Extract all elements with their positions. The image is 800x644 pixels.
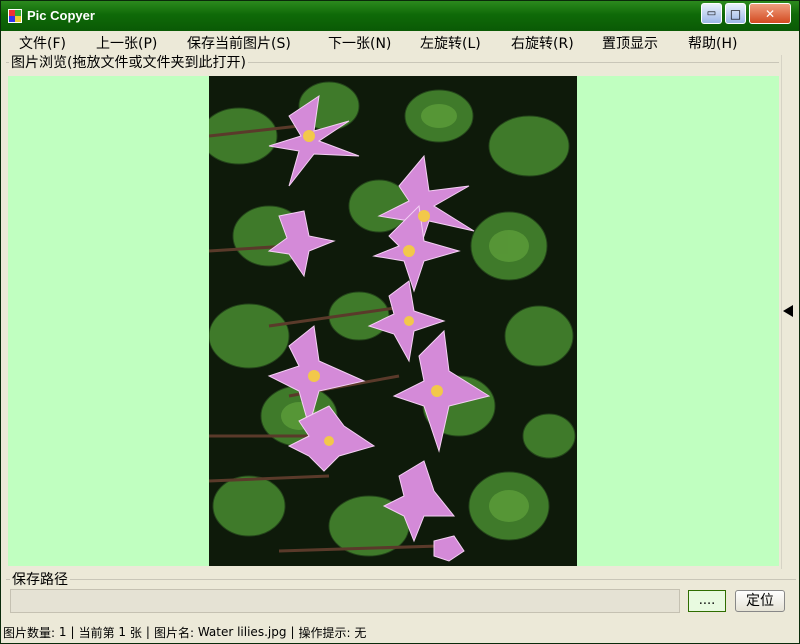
save-path-input[interactable] — [10, 589, 680, 613]
status-name-value: Water lilies.jpg — [197, 625, 287, 639]
menu-file[interactable]: 文件(F) — [19, 33, 66, 53]
status-hint-label: 操作提示: — [298, 625, 351, 640]
status-count-value: 1 — [58, 625, 67, 639]
minimize-icon: ▭ — [706, 8, 717, 19]
status-count-label: 图片数量: — [3, 625, 56, 640]
menu-rotate-right[interactable]: 右旋转(R) — [511, 33, 574, 53]
browse-button[interactable]: .... — [688, 590, 726, 612]
menu-rotate-left[interactable]: 左旋转(L) — [420, 33, 481, 53]
menu-next[interactable]: 下一张(N) — [328, 33, 391, 53]
status-name-label: 图片名: — [153, 625, 194, 640]
menu-help[interactable]: 帮助(H) — [688, 33, 737, 53]
status-current-prefix: 当前第 — [78, 625, 115, 640]
close-button[interactable]: ✕ — [749, 3, 791, 24]
status-separator: | — [290, 625, 295, 639]
maximize-icon: □ — [729, 6, 742, 21]
water-lilies-image — [209, 76, 577, 566]
status-hint-value: 无 — [354, 625, 367, 640]
title-bar[interactable]: Pic Copyer ▭ □ ✕ — [1, 1, 799, 31]
menu-always-on-top[interactable]: 置顶显示 — [602, 33, 658, 53]
close-icon: ✕ — [764, 6, 776, 21]
maximize-button[interactable]: □ — [725, 3, 746, 24]
image-preview-area[interactable] — [8, 76, 779, 566]
locate-button[interactable]: 定位 — [735, 590, 785, 612]
preview-group-label: 图片浏览(拖放文件或文件夹到此打开) — [9, 52, 248, 72]
menu-bar: 文件(F) 上一张(P) 保存当前图片(S) 下一张(N) 左旋转(L) 右旋转… — [2, 31, 798, 53]
save-group-border — [6, 579, 796, 580]
save-path-label: 保存路径 — [10, 569, 70, 589]
status-bar: 图片数量: 1 | 当前第 1 张 | 图片名: Water lilies.jp… — [3, 621, 799, 643]
window-title: Pic Copyer — [27, 8, 95, 23]
status-current-value: 1 — [118, 625, 127, 639]
arrow-left-icon[interactable] — [783, 305, 793, 317]
app-icon — [8, 9, 22, 23]
menu-save-current[interactable]: 保存当前图片(S) — [187, 33, 291, 53]
minimize-button[interactable]: ▭ — [701, 3, 722, 24]
status-separator: | — [145, 625, 150, 639]
menu-previous[interactable]: 上一张(P) — [96, 33, 157, 53]
status-current-suffix: 张 — [129, 625, 142, 640]
app-window: Pic Copyer ▭ □ ✕ 文件(F) 上一张(P) 保存当前图片(S) … — [0, 0, 800, 644]
status-separator: | — [70, 625, 75, 639]
